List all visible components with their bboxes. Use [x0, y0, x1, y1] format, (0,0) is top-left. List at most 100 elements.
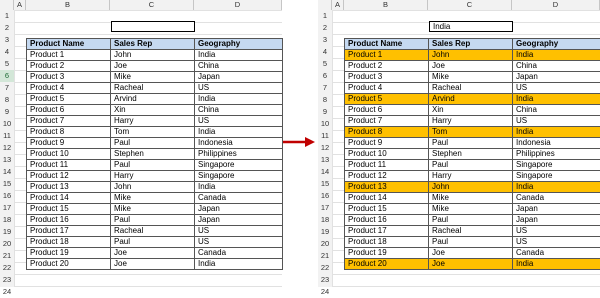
row-header-5[interactable]: 5 — [318, 58, 332, 70]
row-header-3[interactable]: 3 — [0, 34, 14, 46]
cell-geography[interactable]: India — [513, 127, 600, 138]
row-header-16[interactable]: 16 — [318, 190, 332, 202]
cell-geography[interactable]: US — [513, 83, 600, 94]
row-header-1[interactable]: 1 — [318, 10, 332, 22]
cell-sales-rep[interactable]: Arvind — [111, 94, 195, 105]
cell-product[interactable]: Product 19 — [27, 248, 111, 259]
cell-sales-rep[interactable]: Joe — [429, 259, 513, 270]
cell-sales-rep[interactable]: Arvind — [429, 94, 513, 105]
header-geography[interactable]: Geography — [513, 39, 600, 50]
row-header-24[interactable]: 24 — [0, 286, 14, 298]
column-header-c[interactable]: C — [428, 0, 512, 10]
row-header-9[interactable]: 9 — [318, 106, 332, 118]
cell-geography[interactable]: India — [513, 50, 600, 61]
cell-sales-rep[interactable]: Mike — [111, 204, 195, 215]
cell-geography[interactable]: US — [513, 237, 600, 248]
filter-cell-c2[interactable] — [111, 21, 195, 32]
cell-sales-rep[interactable]: Xin — [111, 105, 195, 116]
cell-product[interactable]: Product 6 — [345, 105, 429, 116]
row-header-4[interactable]: 4 — [0, 46, 14, 58]
cell-sales-rep[interactable]: Harry — [111, 116, 195, 127]
row-header-18[interactable]: 18 — [0, 214, 14, 226]
cell-product[interactable]: Product 13 — [345, 182, 429, 193]
row-header-23[interactable]: 23 — [318, 274, 332, 286]
cell-product[interactable]: Product 5 — [345, 94, 429, 105]
cell-product[interactable]: Product 3 — [27, 72, 111, 83]
row-header-5[interactable]: 5 — [0, 58, 14, 70]
column-header-d[interactable]: D — [194, 0, 282, 10]
cell-geography[interactable]: China — [195, 105, 283, 116]
cell-geography[interactable]: US — [513, 116, 600, 127]
cell-geography[interactable]: China — [513, 105, 600, 116]
cell-product[interactable]: Product 7 — [27, 116, 111, 127]
cell-sales-rep[interactable]: Racheal — [111, 226, 195, 237]
cell-geography[interactable]: Philippines — [195, 149, 283, 160]
cell-product[interactable]: Product 14 — [27, 193, 111, 204]
cell-sales-rep[interactable]: Joe — [429, 248, 513, 259]
select-all-corner[interactable] — [318, 0, 332, 10]
cell-geography[interactable]: India — [513, 94, 600, 105]
cell-sales-rep[interactable]: John — [111, 50, 195, 61]
row-header-10[interactable]: 10 — [318, 118, 332, 130]
row-header-12[interactable]: 12 — [0, 142, 14, 154]
cell-product[interactable]: Product 2 — [27, 61, 111, 72]
column-header-b[interactable]: B — [26, 0, 110, 10]
cell-product[interactable]: Product 16 — [27, 215, 111, 226]
cell-sales-rep[interactable]: Paul — [429, 237, 513, 248]
cell-product[interactable]: Product 10 — [345, 149, 429, 160]
header-geography[interactable]: Geography — [195, 39, 283, 50]
cell-geography[interactable]: Canada — [195, 193, 283, 204]
row-header-11[interactable]: 11 — [318, 130, 332, 142]
column-header-c[interactable]: C — [110, 0, 194, 10]
row-header-13[interactable]: 13 — [318, 154, 332, 166]
cell-product[interactable]: Product 20 — [27, 259, 111, 270]
cell-product[interactable]: Product 4 — [27, 83, 111, 94]
cell-geography[interactable]: Japan — [513, 72, 600, 83]
cell-geography[interactable]: US — [195, 83, 283, 94]
row-header-20[interactable]: 20 — [318, 238, 332, 250]
cell-sales-rep[interactable]: Tom — [429, 127, 513, 138]
cell-geography[interactable]: Japan — [195, 72, 283, 83]
cell-geography[interactable]: Philippines — [513, 149, 600, 160]
header-sales-rep[interactable]: Sales Rep — [429, 39, 513, 50]
cell-product[interactable]: Product 16 — [345, 215, 429, 226]
cell-geography[interactable]: India — [195, 259, 283, 270]
row-header-19[interactable]: 19 — [0, 226, 14, 238]
cell-sales-rep[interactable]: Harry — [429, 116, 513, 127]
cell-product[interactable]: Product 19 — [345, 248, 429, 259]
cell-product[interactable]: Product 6 — [27, 105, 111, 116]
row-header-18[interactable]: 18 — [318, 214, 332, 226]
cell-geography[interactable]: India — [195, 182, 283, 193]
cell-product[interactable]: Product 12 — [345, 171, 429, 182]
cell-geography[interactable]: Singapore — [513, 160, 600, 171]
cell-geography[interactable]: India — [195, 127, 283, 138]
cell-sales-rep[interactable]: John — [111, 182, 195, 193]
cell-product[interactable]: Product 1 — [27, 50, 111, 61]
cell-sales-rep[interactable]: Paul — [429, 138, 513, 149]
column-header-a[interactable]: A — [332, 0, 344, 10]
cell-sales-rep[interactable]: Paul — [111, 160, 195, 171]
cell-sales-rep[interactable]: Paul — [111, 237, 195, 248]
cell-geography[interactable]: Japan — [513, 204, 600, 215]
cell-sales-rep[interactable]: Mike — [429, 204, 513, 215]
row-header-22[interactable]: 22 — [0, 262, 14, 274]
row-header-13[interactable]: 13 — [0, 154, 14, 166]
row-header-15[interactable]: 15 — [318, 178, 332, 190]
cell-geography[interactable]: US — [195, 226, 283, 237]
column-header-b[interactable]: B — [344, 0, 428, 10]
cell-sales-rep[interactable]: Paul — [429, 215, 513, 226]
row-header-9[interactable]: 9 — [0, 106, 14, 118]
row-header-20[interactable]: 20 — [0, 238, 14, 250]
cell-product[interactable]: Product 9 — [27, 138, 111, 149]
cell-product[interactable]: Product 2 — [345, 61, 429, 72]
cell-geography[interactable]: India — [195, 94, 283, 105]
row-header-8[interactable]: 8 — [318, 94, 332, 106]
cell-product[interactable]: Product 8 — [345, 127, 429, 138]
cell-geography[interactable]: China — [513, 61, 600, 72]
cell-product[interactable]: Product 18 — [345, 237, 429, 248]
cell-sales-rep[interactable]: Mike — [111, 72, 195, 83]
row-header-6[interactable]: 6 — [0, 70, 14, 82]
cell-geography[interactable]: US — [195, 237, 283, 248]
cell-geography[interactable]: India — [513, 182, 600, 193]
cell-product[interactable]: Product 17 — [27, 226, 111, 237]
